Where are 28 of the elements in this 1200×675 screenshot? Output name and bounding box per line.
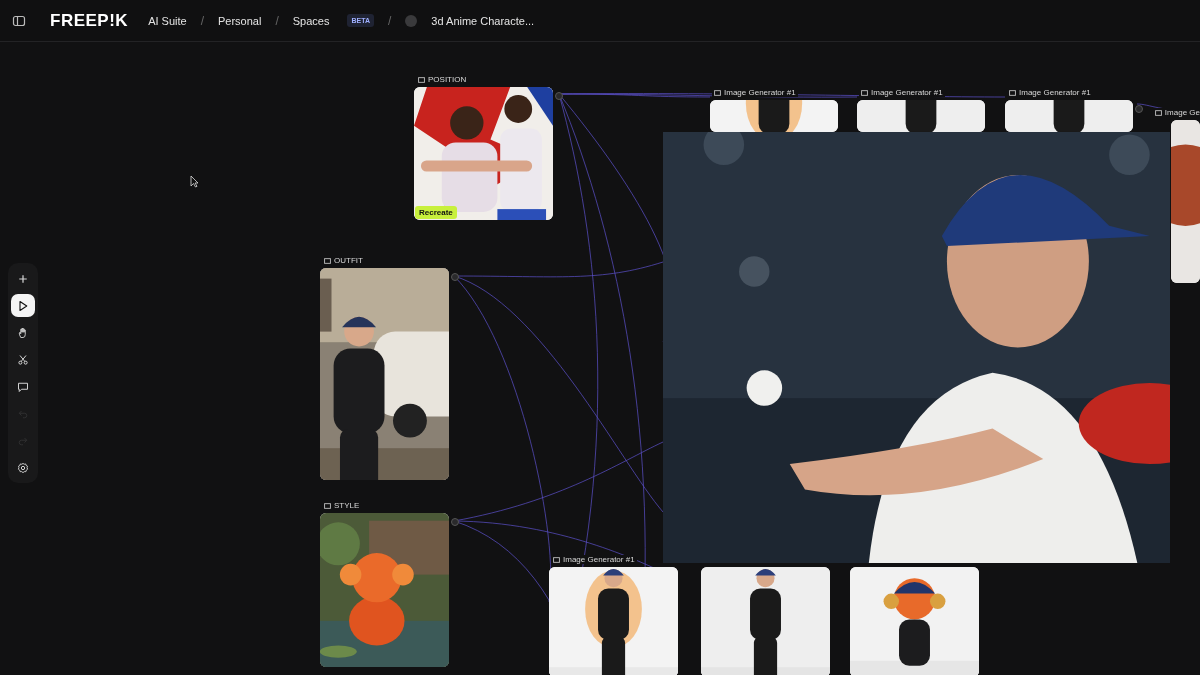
image-icon [324,257,331,264]
node-label: Image Generator #1 [1019,88,1091,97]
image-icon [324,502,331,509]
breadcrumb-separator: / [275,13,279,28]
breadcrumb-separator: / [200,13,204,28]
breadcrumb-link[interactable]: Spaces [292,14,330,27]
image-icon [553,556,560,563]
pointer-button[interactable] [11,294,35,317]
node-label: Image Ge [1164,108,1200,117]
image-icon [1009,89,1016,96]
image-icon [861,89,868,96]
recreate-button[interactable]: Recreate [415,206,457,219]
node-label: POSITION [428,75,467,84]
sidebar-toggle-icon[interactable] [12,13,26,28]
cursor-icon [190,175,199,188]
image-icon [418,76,425,83]
logo[interactable]: FREEP!K [50,10,129,31]
image-icon [714,89,721,96]
breadcrumb-link[interactable]: Personal [218,14,262,27]
breadcrumb-link[interactable]: 3d Anime Characte... [431,14,535,27]
node-label: STYLE [334,501,360,510]
image-icon [1154,109,1162,116]
node-label: Image Generator #1 [563,555,635,564]
breadcrumb-separator: / [388,13,392,28]
node-label: Image Generator #1 [724,88,796,97]
breadcrumb-link[interactable]: AI Suite [148,14,187,27]
node-label: OUTFIT [334,256,363,265]
node-label: Image Generator #1 [871,88,943,97]
